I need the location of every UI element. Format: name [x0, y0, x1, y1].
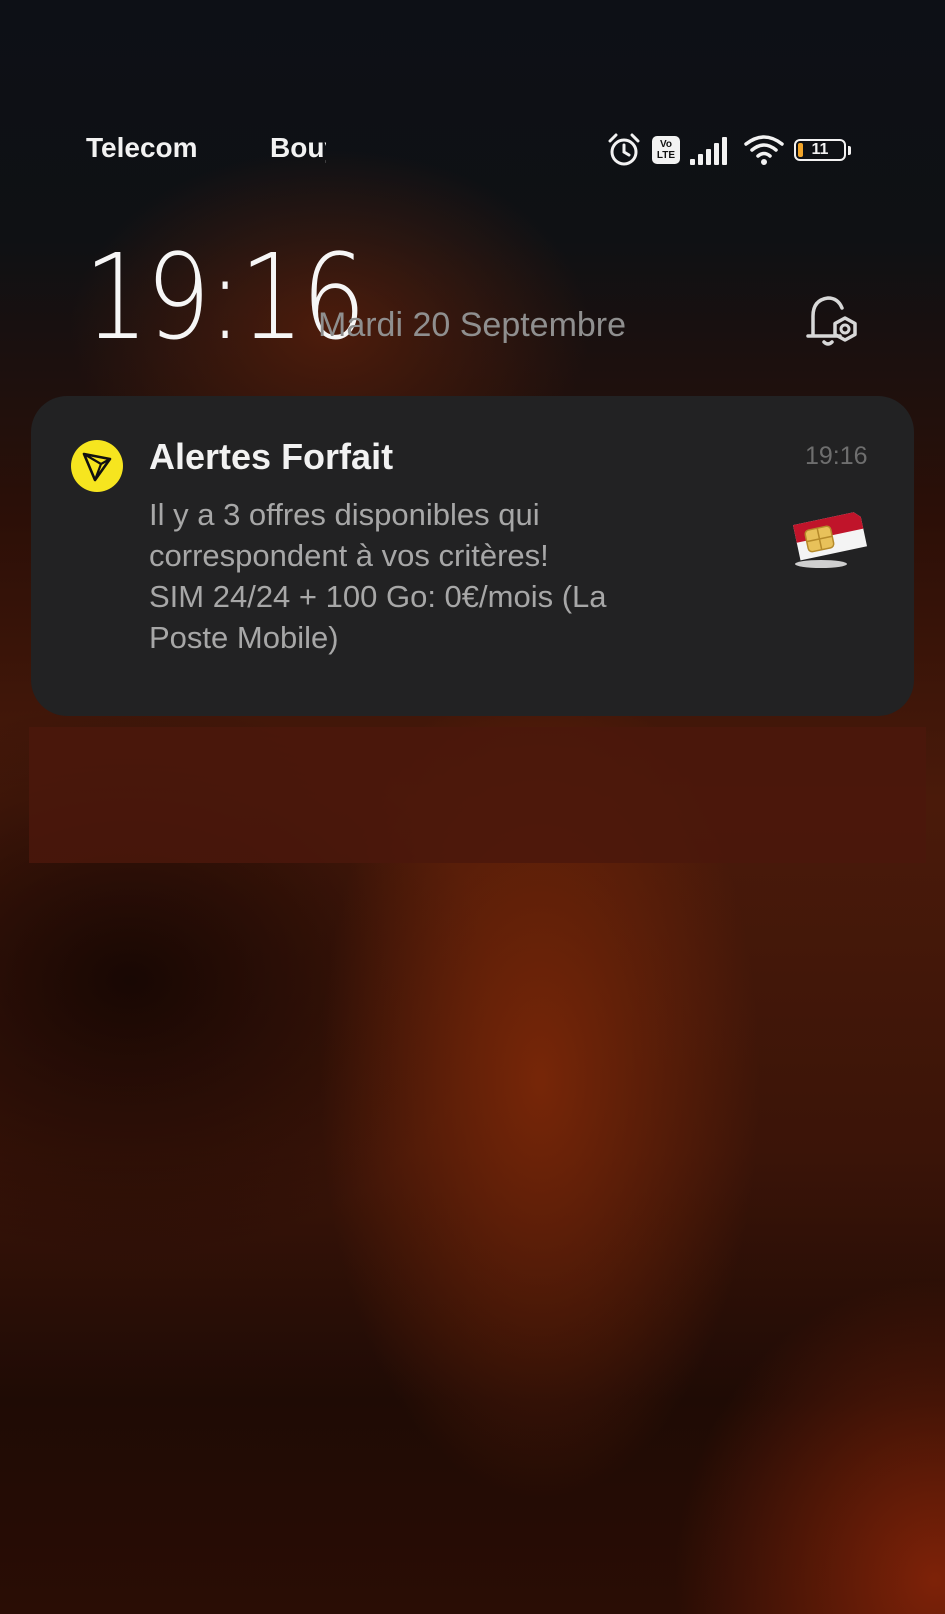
notification-body-line: SIM 24/24 + 100 Go: 0€/mois (La — [149, 579, 607, 614]
app-icon — [71, 440, 123, 492]
sim-card-icon — [793, 512, 868, 568]
notification-time: 19:16 — [805, 442, 868, 470]
notification-title: Alertes Forfait — [149, 436, 394, 477]
notification-body-line: Il y a 3 offres disponibles qui — [149, 497, 540, 532]
volte-top-label: Vo — [659, 139, 673, 150]
battery-tip — [848, 145, 851, 155]
notification-body-line: correspondent à vos critères! — [149, 538, 549, 573]
notification-body: Il y a 3 offres disponibles qui correspo… — [149, 494, 669, 658]
sim-card-thumbnail — [783, 496, 873, 574]
battery-level: 11 — [811, 141, 829, 158]
notification-card[interactable]: Alertes Forfait 19:16 Il y a 3 offres di… — [31, 396, 914, 716]
status-icons: Vo LTE 11 — [606, 130, 851, 170]
carrier-name-1: Telecom — [86, 132, 198, 163]
notification-settings-button[interactable] — [800, 292, 866, 352]
lockscreen-date: Mardi 20 Septembre — [318, 306, 627, 344]
battery-icon: 11 — [794, 139, 851, 161]
status-bar: Telecom Bouygues Vo LTE 11 — [0, 0, 945, 200]
carrier-name-2: Bouygues — [270, 132, 326, 163]
notification-settings-icon — [806, 296, 857, 346]
battery-body: 11 — [794, 139, 846, 161]
tron-logo-icon — [82, 452, 112, 482]
volte-bottom-label: LTE — [656, 150, 676, 161]
volte-icon: Vo LTE — [652, 136, 680, 164]
wifi-icon — [744, 135, 784, 165]
background-panel — [29, 727, 926, 863]
alarm-icon — [608, 133, 640, 166]
notification-body-line: Poste Mobile) — [149, 620, 339, 655]
battery-fill — [798, 143, 804, 157]
signal-icon — [690, 137, 727, 165]
